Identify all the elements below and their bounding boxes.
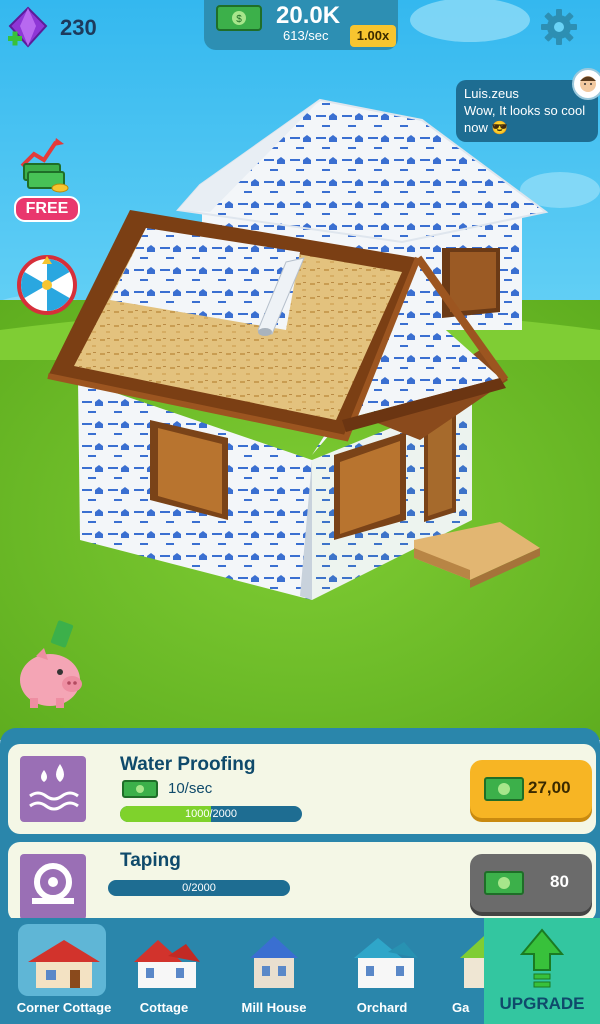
nav-item-orchard[interactable]: Orchard [332, 920, 432, 1020]
upgrade-card-water-proofing: Water Proofing 10/sec 1000/2000 27,00 [8, 744, 596, 834]
avatar [572, 68, 600, 100]
gem-icon [8, 6, 48, 48]
water-drops-icon [20, 756, 86, 822]
orchard-icon [354, 938, 418, 988]
cash-icon [484, 871, 524, 895]
tape-roll-icon [20, 854, 86, 920]
house-icon [460, 936, 484, 988]
nav-item-mill-house[interactable]: Mill House [224, 920, 324, 1020]
upgrade-label: UPGRADE [499, 994, 585, 1013]
price-label: 27,00 [528, 778, 571, 797]
svg-text:$: $ [236, 14, 242, 25]
nav-item-cottage[interactable]: Cottage [114, 920, 214, 1020]
income-rate: 613/sec [283, 28, 329, 43]
upgrade-title: Water Proofing [120, 754, 256, 775]
upgrade-title: Taping [120, 850, 181, 871]
buy-water-proofing-button[interactable]: 27,00 [470, 760, 592, 818]
user-face-icon [580, 76, 596, 92]
upgrade-rate: 10/sec [168, 780, 213, 797]
progress-text: 1000/2000 [185, 808, 237, 820]
money-value: 20.0K [276, 2, 341, 29]
gem-counter[interactable]: 230 [6, 6, 97, 50]
free-button[interactable]: FREE [14, 196, 80, 222]
nav-label: Cottage [139, 1000, 189, 1015]
chat-bubble[interactable]: Luis.zeus Wow, It looks so cool now 😎 [456, 68, 600, 142]
upgrade-card-taping: Taping 0/2000 80 [8, 842, 596, 922]
nav-label: Corner Cottage [16, 1000, 112, 1015]
nav-item-ga[interactable]: Ga [432, 920, 484, 1020]
up-arrow-icon [520, 928, 564, 988]
upgrade-button[interactable]: UPGRADE [484, 918, 600, 1024]
cash-icon: $ [216, 5, 262, 31]
nav-item-corner-cottage[interactable]: Corner Cottage [14, 920, 114, 1020]
gem-count: 230 [60, 15, 97, 40]
corner-cottage-icon [28, 940, 100, 988]
multiplier-badge[interactable]: 1.00x [350, 25, 396, 47]
mill-house-icon [250, 936, 298, 988]
nav-label: Orchard [356, 1000, 408, 1015]
buy-taping-button[interactable]: 80 [470, 854, 592, 912]
chat-username: Luis.zeus [464, 86, 519, 101]
piggy-bank-icon[interactable] [14, 620, 86, 712]
chat-message: Wow, It looks so cool now 😎 [464, 103, 586, 135]
free-cash-icon[interactable] [18, 136, 70, 194]
upgrade-progress-bar: 1000/2000 [120, 806, 302, 822]
nav-label: Ga [452, 1000, 470, 1015]
cottage-icon [134, 940, 200, 988]
gear-icon[interactable] [540, 8, 578, 46]
progress-text: 0/2000 [182, 882, 216, 894]
cash-icon [122, 780, 158, 798]
nav-label: Mill House [241, 1000, 307, 1015]
upgrade-progress-bar: 0/2000 [108, 880, 290, 896]
cash-icon [484, 777, 524, 801]
price-label: 80 [550, 872, 569, 891]
spin-wheel-icon[interactable] [16, 254, 78, 316]
